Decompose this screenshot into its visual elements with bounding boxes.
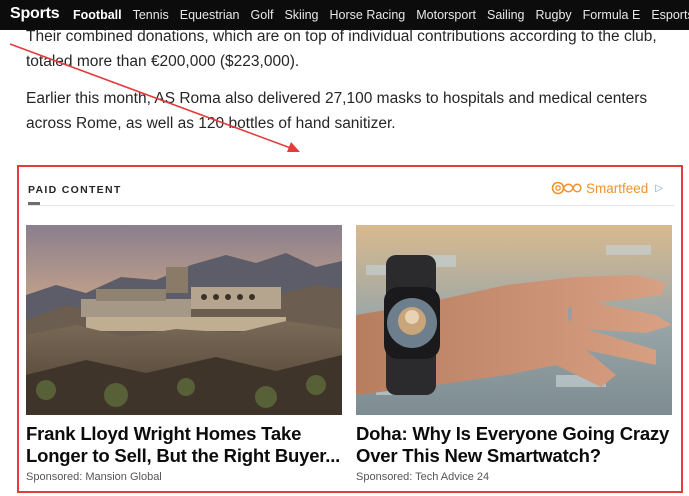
nav-item-equestrian[interactable]: Equestrian [180, 8, 240, 22]
ad-choices-icon[interactable]: ▷ [655, 183, 663, 194]
sponsored-card-frank-lloyd-wright[interactable]: Frank Lloyd Wright Homes Take Longer to … [26, 225, 342, 483]
nav-item-formula-e[interactable]: Formula E [583, 8, 641, 22]
nav-item-sailing[interactable]: Sailing [487, 8, 525, 22]
article-paragraph-masks: Earlier this month, AS Roma also deliver… [26, 90, 648, 132]
card-sponsor-label: Sponsored: Tech Advice 24 [356, 471, 490, 483]
nav-item-golf[interactable]: Golf [251, 8, 274, 22]
heading-divider [28, 205, 674, 206]
nav-item-rugby[interactable]: Rugby [536, 8, 572, 22]
smartwatch-hand-thumbnail[interactable] [356, 225, 672, 415]
section-brand-sports[interactable]: Sports [10, 5, 60, 23]
smartfeed-label: Smartfeed [586, 180, 649, 196]
desert-house-thumbnail[interactable] [26, 225, 342, 415]
article-paragraph-donations: Their combined donations, which are on t… [26, 28, 657, 70]
paid-content-widget: PAID CONTENT Smartfeed ▷ Frank Lloyd Wri… [17, 165, 683, 493]
card-title[interactable]: Frank Lloyd Wright Homes Take Longer to … [26, 423, 342, 467]
smartfeed-attribution[interactable]: Smartfeed ▷ [549, 179, 663, 197]
nav-item-tennis[interactable]: Tennis [133, 8, 169, 22]
nav-item-football[interactable]: Football [73, 8, 122, 22]
sponsored-card-smartwatch[interactable]: Doha: Why Is Everyone Going Crazy Over T… [356, 225, 672, 483]
nav-item-horse-racing[interactable]: Horse Racing [330, 8, 406, 22]
nav-item-skiing[interactable]: Skiing [284, 8, 318, 22]
paid-content-heading: PAID CONTENT [28, 184, 122, 196]
card-title[interactable]: Doha: Why Is Everyone Going Crazy Over T… [356, 423, 672, 467]
nav-item-motorsport[interactable]: Motorsport [416, 8, 476, 22]
smartfeed-logo-icon [551, 181, 582, 195]
nav-item-esports[interactable]: Esports [651, 8, 689, 22]
card-sponsor-label: Sponsored: Mansion Global [26, 471, 162, 483]
sport-nav-list: Football Tennis Equestrian Golf Skiing H… [73, 8, 689, 22]
